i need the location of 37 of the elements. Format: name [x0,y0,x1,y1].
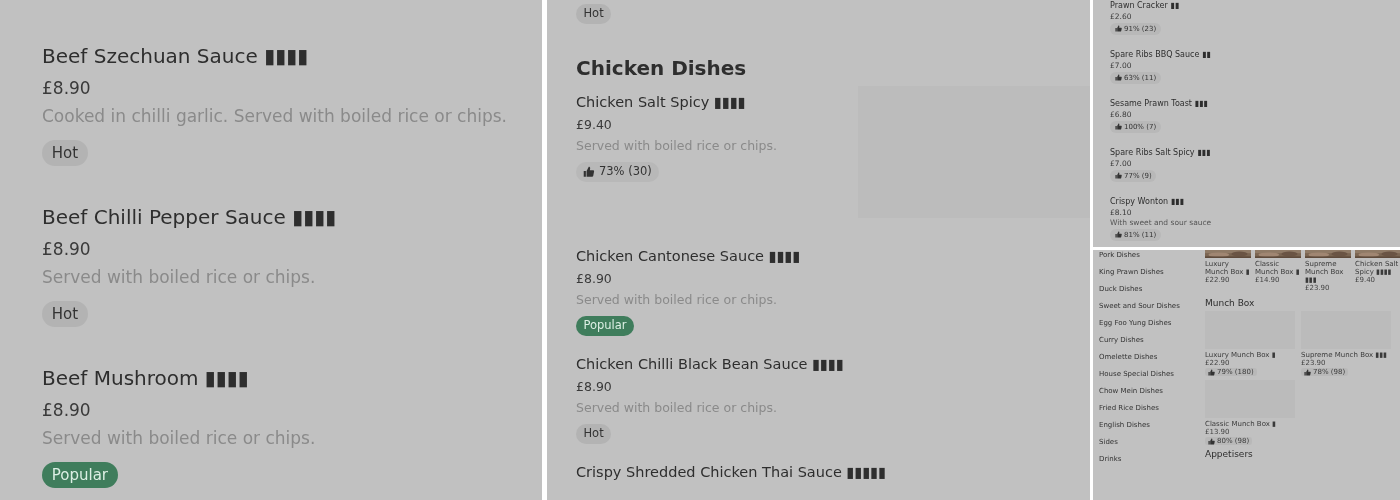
dish-name[interactable]: Crispy Wonton ▮▮▮ [1110,197,1184,206]
dish-price: £8.90 [42,78,91,98]
rating-tag: 73% (30) [576,162,660,182]
dish-price: £9.40 [576,117,612,132]
thumbs-up-icon [1114,172,1122,180]
dish-name[interactable]: Prawn Cracker ▮▮ [1110,1,1180,10]
thumbs-up-icon [1114,25,1122,33]
thumbs-up-icon [1208,437,1215,445]
dish-name[interactable]: Spare Ribs Salt Spicy ▮▮▮ [1110,148,1211,157]
dish-name[interactable]: Chicken Salt Spicy ▮▮▮▮ [576,94,746,110]
dish-name[interactable]: Beef Mushroom ▮▮▮▮ [42,366,249,390]
thumbs-up-icon [583,166,595,178]
dish-name[interactable]: Beef Szechuan Sauce ▮▮▮▮ [42,44,309,68]
dish-name[interactable]: Spare Ribs BBQ Sauce ▮▮ [1110,50,1211,59]
popular-tag: Popular [576,316,635,336]
hot-tag: Hot [576,4,612,24]
dish-name[interactable]: Beef Chilli Pepper Sauce ▮▮▮▮ [42,205,337,229]
dish-name[interactable]: Chicken Chilli Black Bean Sauce ▮▮▮▮ [576,356,845,372]
thumbs-up-icon [1114,74,1122,82]
dish-price: £8.90 [42,400,91,420]
dish-price: £8.90 [576,379,612,394]
thumbs-up-icon [1114,123,1122,131]
dish-name[interactable]: Sesame Prawn Toast ▮▮▮ [1110,99,1208,108]
thumbs-up-icon [1208,368,1215,376]
thumbs-up-icon [1114,231,1122,239]
hot-tag: Hot [576,424,612,444]
hot-tag: Hot [42,301,88,327]
section-heading: Munch Box [1205,298,1256,308]
popular-tag: Popular [42,462,118,488]
thumbs-up-icon [1304,368,1311,376]
section-heading: Appetisers [1205,449,1254,459]
dish-name[interactable]: Chicken Cantonese Sauce ▮▮▮▮ [576,248,801,264]
dish-name[interactable]: Crispy Shredded Chicken Thai Sauce ▮▮▮▮▮ [576,464,887,480]
dish-price: £8.90 [576,271,612,286]
dish-price: £8.90 [42,239,91,259]
hot-tag: Hot [42,140,88,166]
section-heading: Chicken Dishes [576,56,748,80]
